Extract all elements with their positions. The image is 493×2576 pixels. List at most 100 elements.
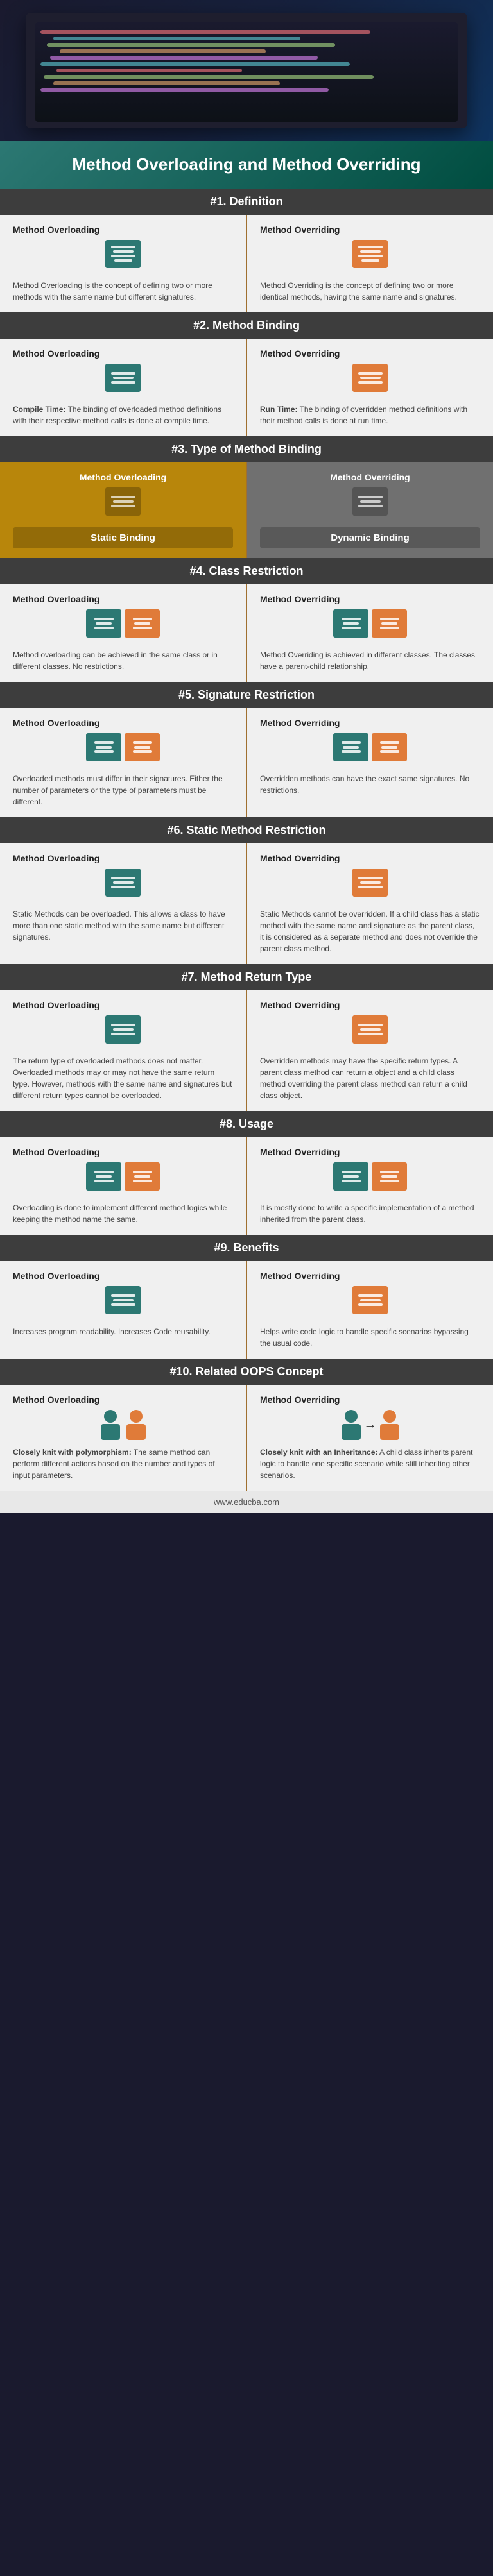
overloading-return-text: The return type of overloaded methods do… [13, 1055, 233, 1101]
section-2-header: #2. Method Binding [0, 312, 493, 339]
overriding-signature-title: Method Overriding [260, 718, 480, 728]
hero-section [0, 0, 493, 141]
overriding-binding-icon [352, 364, 388, 392]
overloading-signature-text: Overloaded methods must differ in their … [13, 773, 233, 808]
overloading-sig-icon1 [86, 733, 121, 761]
overloading-oops-title: Method Overloading [13, 1394, 233, 1405]
overriding-class-title: Method Overriding [260, 594, 480, 604]
overriding-type-title: Method Overriding [260, 472, 480, 482]
overriding-binding-text: Run Time: The binding of overridden meth… [260, 403, 480, 427]
footer: www.educba.com [0, 1491, 493, 1513]
overriding-usage-icon-area [260, 1162, 480, 1196]
overloading-usage-title: Method Overloading [13, 1147, 233, 1157]
arrow-icon: → [364, 1418, 377, 1432]
overloading-static-text: Static Methods can be overloaded. This a… [13, 908, 233, 943]
overloading-def-icon [105, 240, 141, 268]
overriding-return-text: Overridden methods may have the specific… [260, 1055, 480, 1101]
section-8-header: #8. Usage [0, 1111, 493, 1137]
overriding-oops-text: Closely knit with an Inheritance: A chil… [260, 1446, 480, 1481]
overloading-oops-col: Method Overloading [0, 1385, 247, 1491]
overriding-static-title: Method Overriding [260, 853, 480, 863]
overriding-class-icon2 [372, 609, 407, 638]
page-title-section: Method Overloading and Method Overriding [0, 141, 493, 189]
overloading-binding-icon [105, 364, 141, 392]
overriding-return-col: Method Overriding Overridden methods may… [247, 990, 493, 1111]
section-6-header: #6. Static Method Restriction [0, 817, 493, 843]
overloading-type-col: Method Overloading Static Binding [0, 462, 247, 558]
overloading-definition-col: Method Overloading Method Overloading is… [0, 215, 247, 312]
overloading-benefits-icon-area [13, 1286, 233, 1319]
overloading-oops-icon-area [13, 1410, 233, 1440]
section-usage: #8. Usage Method Overloading [0, 1111, 493, 1235]
section-return-type: #7. Method Return Type Method Overloadin… [0, 964, 493, 1111]
website-url: www.educba.com [214, 1497, 279, 1507]
overriding-benefits-icon [352, 1286, 388, 1314]
overloading-benefits-text: Increases program readability. Increases… [13, 1326, 233, 1337]
section-binding: #2. Method Binding Method Overloading Co… [0, 312, 493, 436]
inheritance-label: Closely knit with an Inheritance: [260, 1448, 377, 1457]
static-binding-label: Static Binding [13, 527, 233, 548]
overloading-definition-title: Method Overloading [13, 225, 233, 235]
section-4-header: #4. Class Restriction [0, 558, 493, 584]
overloading-usage-icon-area [13, 1162, 233, 1196]
polymorphism-label: Closely knit with polymorphism: [13, 1448, 132, 1457]
overriding-return-icon [352, 1015, 388, 1044]
overloading-return-icon [105, 1015, 141, 1044]
overriding-sig-icon2 [372, 733, 407, 761]
overloading-type-title: Method Overloading [13, 472, 233, 482]
person-icon [101, 1410, 120, 1440]
overloading-binding-text: Compile Time: The binding of overloaded … [13, 403, 233, 427]
page-title: Method Overloading and Method Overriding [19, 154, 474, 176]
person-icon4 [380, 1410, 399, 1440]
overloading-usage-icon2 [125, 1162, 160, 1191]
overriding-benefits-title: Method Overriding [260, 1271, 480, 1281]
overloading-return-title: Method Overloading [13, 1000, 233, 1010]
overriding-signature-col: Method Overriding [247, 708, 493, 817]
overriding-definition-col: Method Overriding Method Overriding is t… [247, 215, 493, 312]
overloading-signature-col: Method Overloading [0, 708, 247, 817]
overloading-static-col: Method Overloading Static Methods can be… [0, 843, 247, 964]
overriding-oops-col: Method Overriding → [247, 1385, 493, 1491]
overloading-class-icon1 [86, 609, 121, 638]
overloading-class-text: Method overloading can be achieved in th… [13, 649, 233, 672]
overloading-usage-col: Method Overloading [0, 1137, 247, 1235]
overriding-signature-text: Overridden methods can have the exact sa… [260, 773, 480, 796]
overriding-benefits-col: Method Overriding Helps write code logic… [247, 1261, 493, 1359]
overloading-static-icon-area [13, 869, 233, 902]
overriding-definition-text: Method Overriding is the concept of defi… [260, 280, 480, 303]
overriding-oops-icon-area: → [260, 1410, 480, 1440]
section-9-header: #9. Benefits [0, 1235, 493, 1261]
section-type-binding: #3. Type of Method Binding Method Overlo… [0, 436, 493, 558]
overriding-return-title: Method Overriding [260, 1000, 480, 1010]
overriding-sig-icon1 [333, 733, 368, 761]
overloading-class-title: Method Overloading [13, 594, 233, 604]
main-content: Method Overloading and Method Overriding… [0, 141, 493, 1513]
overriding-static-col: Method Overriding Static Methods cannot … [247, 843, 493, 964]
dynamic-binding-label: Dynamic Binding [260, 527, 480, 548]
overriding-benefits-icon-area [260, 1286, 480, 1319]
overloading-sig-icon-area [13, 733, 233, 767]
overloading-oops-text: Closely knit with polymorphism: The same… [13, 1446, 233, 1481]
overloading-usage-icon1 [86, 1162, 121, 1191]
overriding-usage-col: Method Overriding [247, 1137, 493, 1235]
overriding-type-icon-area [260, 487, 480, 521]
overriding-return-icon-area [260, 1015, 480, 1049]
overloading-binding-icon-area [13, 364, 233, 397]
run-time-label: Run Time: [260, 405, 297, 414]
overloading-static-title: Method Overloading [13, 853, 233, 863]
section-class-restriction: #4. Class Restriction Method Overloading [0, 558, 493, 682]
overloading-binding-col: Method Overloading Compile Time: The bin… [0, 339, 247, 436]
overloading-return-icon-area [13, 1015, 233, 1049]
compile-time-label: Compile Time: [13, 405, 65, 414]
section-3-header: #3. Type of Method Binding [0, 436, 493, 462]
overriding-binding-title: Method Overriding [260, 348, 480, 359]
overriding-usage-icon2 [372, 1162, 407, 1191]
overriding-class-icon-area [260, 609, 480, 643]
overloading-return-col: Method Overloading The return type of ov… [0, 990, 247, 1111]
overriding-type-icon [352, 487, 388, 516]
overriding-binding-icon-area [260, 364, 480, 397]
overloading-def-icon-area [13, 240, 233, 273]
section-signature: #5. Signature Restriction Method Overloa… [0, 682, 493, 817]
overriding-class-text: Method Overriding is achieved in differe… [260, 649, 480, 672]
overloading-class-col: Method Overloading [0, 584, 247, 682]
